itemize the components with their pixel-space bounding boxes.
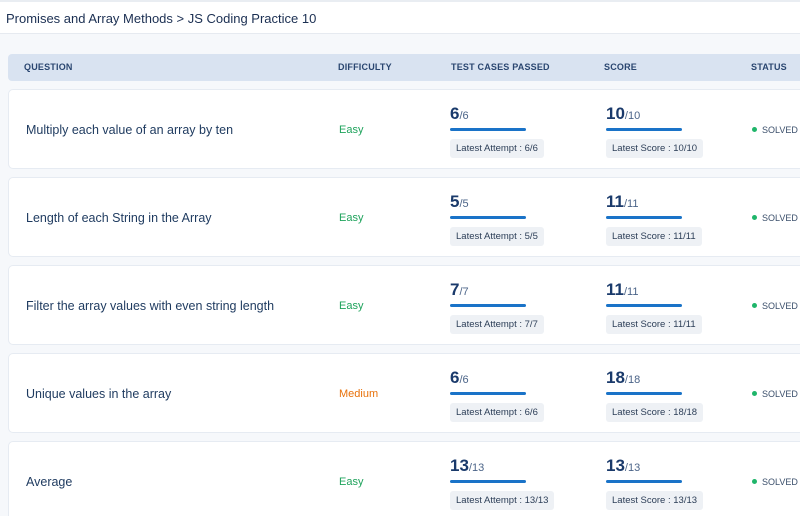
score-value: 11 [606, 192, 624, 211]
difficulty-label: Easy [339, 212, 364, 224]
question-title[interactable]: Length of each String in the Array [26, 211, 212, 225]
difficulty-label: Medium [339, 388, 379, 400]
score-value: 10 [606, 104, 625, 123]
score-cell: 13/13 Latest Score : 13/13 [606, 456, 726, 510]
score-total-value: /11 [623, 198, 639, 210]
latest-score-chip: Latest Score : 10/10 [606, 139, 704, 158]
latest-score-chip: Latest Score : 18/18 [606, 403, 704, 422]
test-cases-cell: 7/7 Latest Attempt : 7/7 [450, 280, 570, 334]
tests-passed-value: 13 [450, 456, 469, 475]
score-total-value: /13 [624, 462, 641, 474]
status-label: SOLVED [762, 213, 798, 223]
status-badge: SOLVED [752, 389, 798, 399]
score-progress-bar [606, 304, 682, 307]
score-total-value: /11 [623, 286, 639, 298]
tests-progress-bar [450, 128, 526, 131]
tests-total-value: /13 [468, 462, 485, 474]
status-label: SOLVED [762, 301, 798, 311]
status-label: SOLVED [762, 125, 798, 135]
status-badge: SOLVED [752, 125, 798, 135]
tests-progress-bar [450, 392, 526, 395]
latest-attempt-chip: Latest Attempt : 7/7 [450, 315, 544, 334]
question-row[interactable]: Length of each String in the Array Easy … [8, 177, 800, 257]
score-progress-bar [606, 392, 682, 395]
difficulty-label: Easy [339, 124, 364, 136]
latest-attempt-chip: Latest Attempt : 13/13 [450, 491, 555, 510]
tests-total-value: /6 [459, 110, 469, 122]
test-cases-cell: 13/13 Latest Attempt : 13/13 [450, 456, 570, 510]
latest-score-chip: Latest Score : 13/13 [606, 491, 704, 510]
difficulty-label: Easy [339, 476, 364, 488]
question-list: Multiply each value of an array by ten E… [0, 0, 800, 516]
tests-total-value: /6 [459, 374, 469, 386]
status-label: SOLVED [762, 477, 798, 487]
score-total-value: /18 [624, 374, 641, 386]
difficulty-label: Easy [339, 300, 364, 312]
status-badge: SOLVED [752, 213, 798, 223]
solved-dot-icon [752, 303, 757, 308]
score-value: 11 [606, 280, 624, 299]
latest-attempt-chip: Latest Attempt : 6/6 [450, 139, 544, 158]
status-badge: SOLVED [752, 301, 798, 311]
score-progress-bar [606, 216, 682, 219]
score-value: 18 [606, 368, 625, 387]
tests-total-value: /7 [459, 286, 469, 298]
latest-score-chip: Latest Score : 11/11 [606, 315, 702, 334]
score-progress-bar [606, 128, 682, 131]
solved-dot-icon [752, 127, 757, 132]
test-cases-cell: 6/6 Latest Attempt : 6/6 [450, 104, 570, 158]
score-cell: 11/11 Latest Score : 11/11 [606, 192, 726, 246]
question-row[interactable]: Average Easy 13/13 Latest Attempt : 13/1… [8, 441, 800, 516]
question-title[interactable]: Filter the array values with even string… [26, 299, 274, 313]
question-row[interactable]: Unique values in the array Medium 6/6 La… [8, 353, 800, 433]
question-row[interactable]: Filter the array values with even string… [8, 265, 800, 345]
solved-dot-icon [752, 215, 757, 220]
score-cell: 10/10 Latest Score : 10/10 [606, 104, 726, 158]
latest-score-chip: Latest Score : 11/11 [606, 227, 702, 246]
test-cases-cell: 5/5 Latest Attempt : 5/5 [450, 192, 570, 246]
score-total-value: /10 [624, 110, 641, 122]
score-value: 13 [606, 456, 625, 475]
score-cell: 11/11 Latest Score : 11/11 [606, 280, 726, 334]
status-badge: SOLVED [752, 477, 798, 487]
question-row[interactable]: Multiply each value of an array by ten E… [8, 89, 800, 169]
tests-progress-bar [450, 304, 526, 307]
question-title[interactable]: Average [26, 475, 72, 489]
status-label: SOLVED [762, 389, 798, 399]
test-cases-cell: 6/6 Latest Attempt : 6/6 [450, 368, 570, 422]
score-cell: 18/18 Latest Score : 18/18 [606, 368, 726, 422]
tests-progress-bar [450, 216, 526, 219]
question-title[interactable]: Multiply each value of an array by ten [26, 123, 233, 137]
solved-dot-icon [752, 391, 757, 396]
latest-attempt-chip: Latest Attempt : 5/5 [450, 227, 544, 246]
question-title[interactable]: Unique values in the array [26, 387, 171, 401]
solved-dot-icon [752, 479, 757, 484]
tests-total-value: /5 [459, 198, 469, 210]
score-progress-bar [606, 480, 682, 483]
latest-attempt-chip: Latest Attempt : 6/6 [450, 403, 544, 422]
tests-progress-bar [450, 480, 526, 483]
